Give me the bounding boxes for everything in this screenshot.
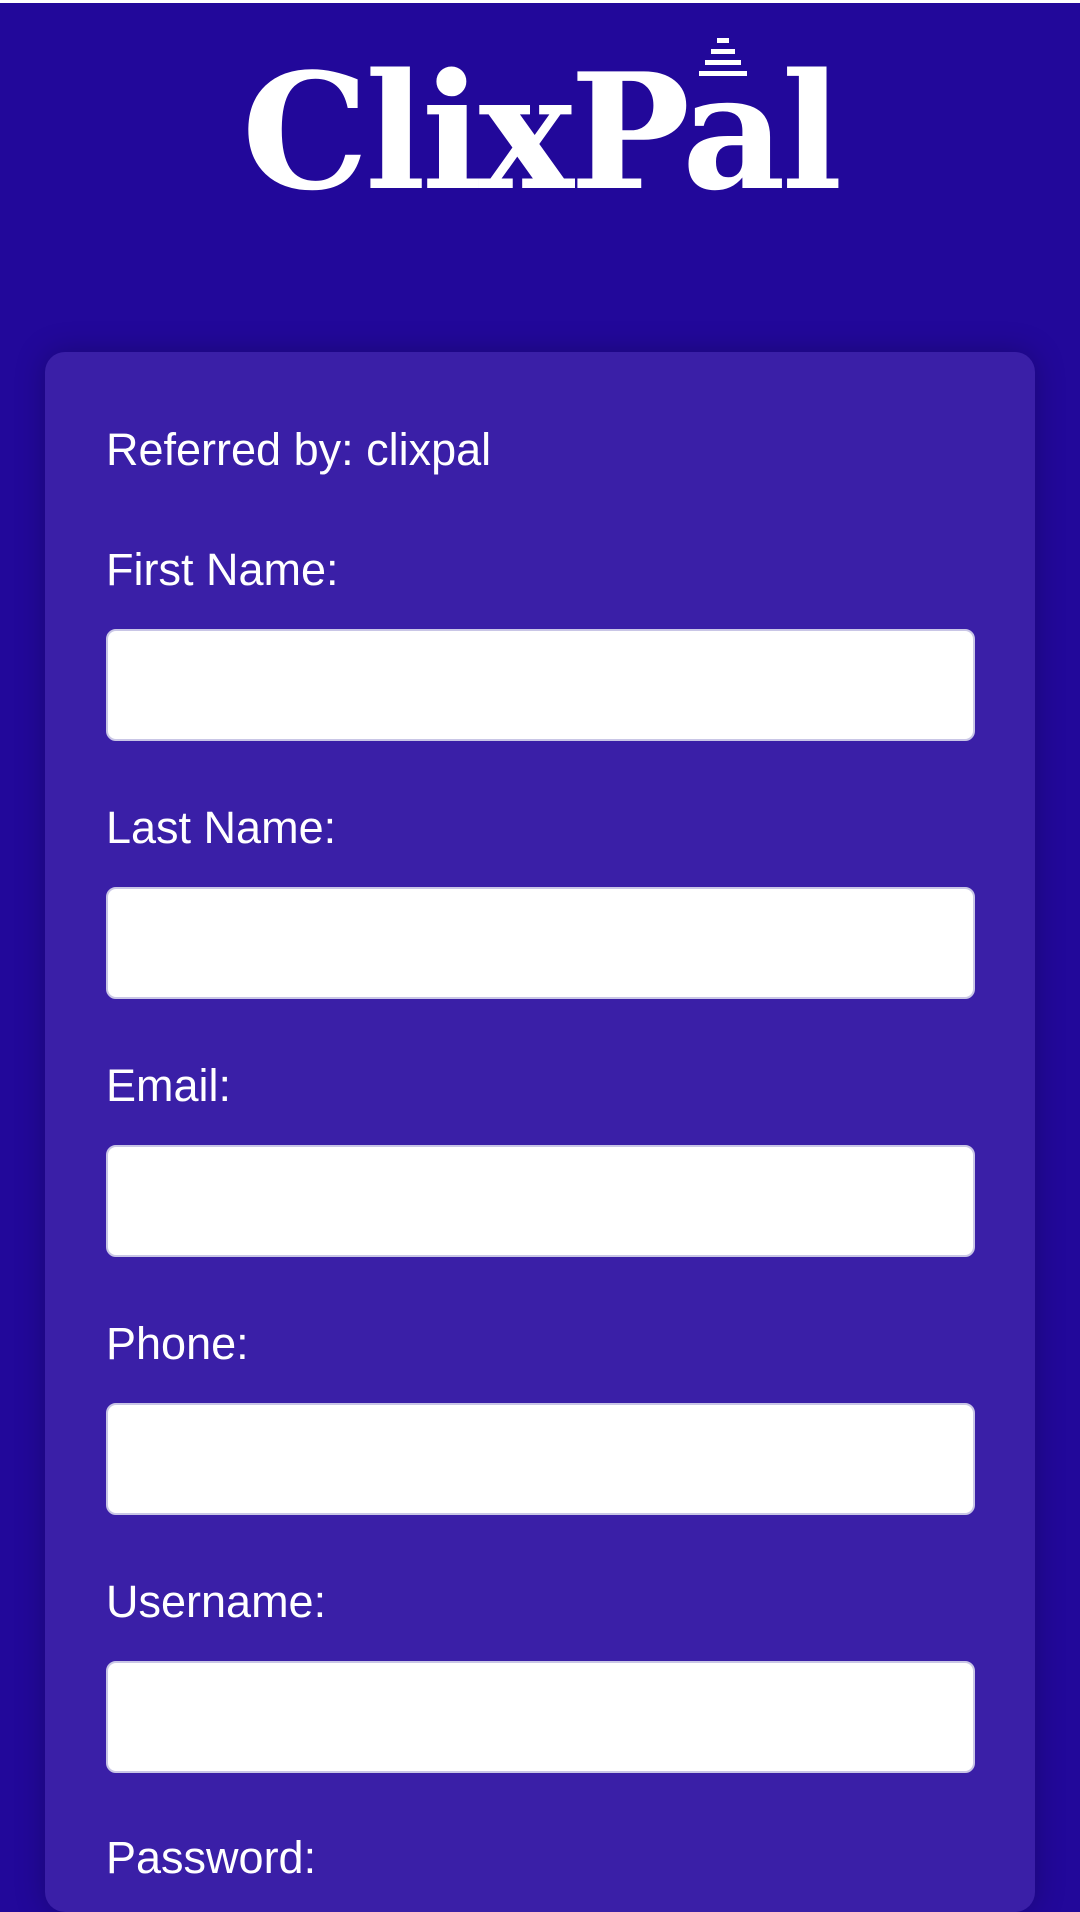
first-name-input[interactable] xyxy=(106,629,975,741)
phone-label: Phone: xyxy=(106,1318,249,1369)
logo-text: ClixPal xyxy=(242,38,839,200)
last-name-label: Last Name: xyxy=(106,802,337,853)
email-label: Email: xyxy=(106,1060,232,1111)
password-label: Password: xyxy=(106,1832,317,1883)
signup-form-card: Referred by: clixpal First Name: Last Na… xyxy=(45,352,1035,1912)
top-border xyxy=(0,0,1080,3)
clixpal-logo: ClixPal xyxy=(0,30,1080,200)
logo-graphic: ClixPal xyxy=(242,38,843,200)
last-name-input[interactable] xyxy=(106,887,975,999)
phone-input[interactable] xyxy=(106,1403,975,1515)
email-input[interactable] xyxy=(106,1145,975,1257)
username-input[interactable] xyxy=(106,1661,975,1773)
first-name-label: First Name: xyxy=(106,544,339,595)
username-label: Username: xyxy=(106,1576,327,1627)
referred-by-text: Referred by: clixpal xyxy=(106,424,492,475)
